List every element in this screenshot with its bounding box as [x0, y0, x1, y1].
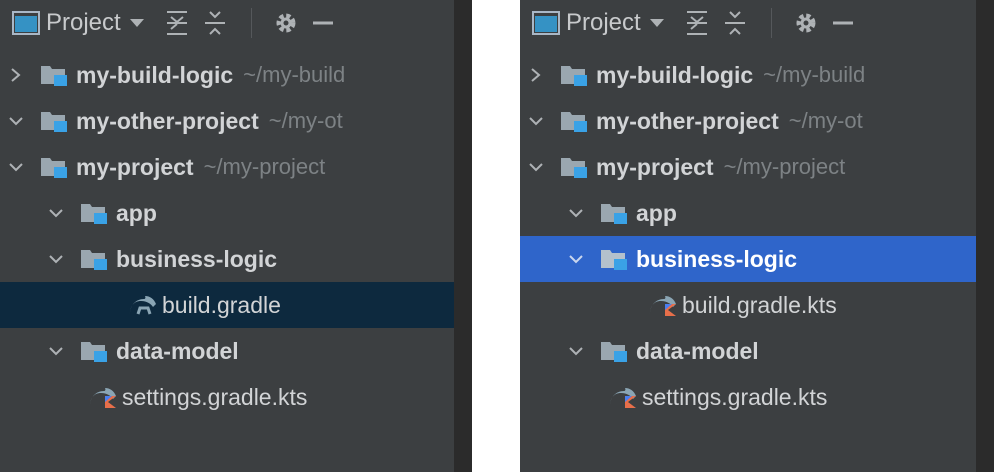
project-view-title[interactable]: Project — [46, 9, 121, 37]
tree-item-label: my-project — [76, 153, 194, 180]
tree-item-label: business-logic — [636, 245, 798, 272]
module-folder-icon — [80, 201, 108, 225]
tree-item-data-model[interactable]: data-model — [0, 328, 454, 374]
gradle-icon — [128, 294, 158, 316]
module-folder-icon — [600, 339, 628, 363]
gear-icon[interactable] — [274, 11, 298, 35]
tree-item-label: data-model — [636, 337, 759, 364]
expand-all-icon[interactable] — [685, 10, 709, 36]
chevron-down-icon[interactable] — [566, 345, 586, 357]
tree-item-label: build.gradle.kts — [682, 291, 837, 318]
tree-item-path: ~/my-project — [203, 154, 326, 179]
project-panel-right: Project my-build-logic ~/my-build my-oth… — [520, 0, 994, 472]
tree-item-business-logic[interactable]: business-logic — [520, 236, 976, 282]
chevron-down-icon[interactable] — [46, 207, 66, 219]
project-panel-left: Project my-build-logic ~/my-build my-oth… — [0, 0, 472, 472]
tree-item-my-build-logic[interactable]: my-build-logic ~/my-build — [520, 52, 976, 98]
tree-item-label: app — [636, 199, 677, 226]
tree-item-label: build.gradle — [162, 291, 281, 318]
project-toolbar: Project — [520, 0, 976, 46]
chevron-down-icon[interactable] — [566, 253, 586, 265]
tree-item-my-build-logic[interactable]: my-build-logic ~/my-build — [0, 52, 454, 98]
tree-item-label: settings.gradle.kts — [642, 383, 828, 410]
chevron-down-icon[interactable] — [566, 207, 586, 219]
chevron-down-icon[interactable] — [526, 161, 546, 173]
module-folder-icon — [560, 63, 588, 87]
tree-item-build-gradle-kts[interactable]: build.gradle.kts — [520, 282, 976, 328]
project-tree: my-build-logic ~/my-build my-other-proje… — [520, 52, 976, 420]
tree-item-app[interactable]: app — [0, 190, 454, 236]
tree-item-label: settings.gradle.kts — [122, 383, 308, 410]
chevron-right-icon[interactable] — [6, 67, 26, 83]
chevron-down-icon[interactable] — [46, 253, 66, 265]
tree-item-my-project[interactable]: my-project ~/my-project — [520, 144, 976, 190]
dropdown-icon[interactable] — [129, 18, 145, 28]
minimize-icon[interactable] — [832, 11, 854, 35]
toolbar-separator — [770, 8, 772, 38]
tree-item-path: ~/my-build — [243, 62, 346, 87]
tree-item-path: ~/my-project — [723, 154, 846, 179]
toolbar-separator — [250, 8, 252, 38]
collapse-all-icon[interactable] — [203, 10, 227, 36]
tree-item-label: data-model — [116, 337, 239, 364]
tree-item-build-gradle[interactable]: build.gradle — [0, 282, 454, 328]
project-toolbar: Project — [0, 0, 454, 46]
tree-item-data-model[interactable]: data-model — [520, 328, 976, 374]
module-folder-icon — [40, 155, 68, 179]
gear-icon[interactable] — [794, 11, 818, 35]
tree-item-label: app — [116, 199, 157, 226]
module-folder-icon — [560, 109, 588, 133]
tree-item-settings-gradle-kts[interactable]: settings.gradle.kts — [0, 374, 454, 420]
module-folder-icon — [80, 339, 108, 363]
gradle-kotlin-icon — [608, 386, 638, 408]
tree-item-label: my-build-logic — [76, 61, 234, 88]
project-window-icon[interactable] — [532, 11, 560, 35]
expand-all-icon[interactable] — [165, 10, 189, 36]
editor-gutter — [454, 0, 472, 472]
module-folder-icon — [80, 247, 108, 271]
dropdown-icon[interactable] — [649, 18, 665, 28]
tree-item-my-other-project[interactable]: my-other-project ~/my-ot — [0, 98, 454, 144]
tree-item-my-project[interactable]: my-project ~/my-project — [0, 144, 454, 190]
gradle-kotlin-icon — [648, 294, 678, 316]
tree-item-business-logic[interactable]: business-logic — [0, 236, 454, 282]
project-tree: my-build-logic ~/my-build my-other-proje… — [0, 52, 454, 420]
tree-item-label: my-project — [596, 153, 714, 180]
tree-item-my-other-project[interactable]: my-other-project ~/my-ot — [520, 98, 976, 144]
chevron-down-icon[interactable] — [46, 345, 66, 357]
chevron-right-icon[interactable] — [526, 67, 546, 83]
tree-item-path: ~/my-build — [763, 62, 866, 87]
minimize-icon[interactable] — [312, 11, 334, 35]
tree-item-label: my-other-project — [76, 107, 259, 134]
tree-item-app[interactable]: app — [520, 190, 976, 236]
chevron-down-icon[interactable] — [526, 115, 546, 127]
tree-item-label: my-build-logic — [596, 61, 754, 88]
tree-item-label: my-other-project — [596, 107, 779, 134]
module-folder-icon — [600, 201, 628, 225]
chevron-down-icon[interactable] — [6, 161, 26, 173]
project-window-icon[interactable] — [12, 11, 40, 35]
tree-item-path: ~/my-ot — [268, 108, 343, 133]
editor-gutter — [976, 0, 994, 472]
module-folder-icon — [600, 247, 628, 271]
collapse-all-icon[interactable] — [723, 10, 747, 36]
tree-item-path: ~/my-ot — [788, 108, 863, 133]
tree-item-label: business-logic — [116, 245, 278, 272]
project-view-title[interactable]: Project — [566, 9, 641, 37]
module-folder-icon — [40, 109, 68, 133]
chevron-down-icon[interactable] — [6, 115, 26, 127]
module-folder-icon — [40, 63, 68, 87]
module-folder-icon — [560, 155, 588, 179]
tree-item-settings-gradle-kts[interactable]: settings.gradle.kts — [520, 374, 976, 420]
gradle-kotlin-icon — [88, 386, 118, 408]
